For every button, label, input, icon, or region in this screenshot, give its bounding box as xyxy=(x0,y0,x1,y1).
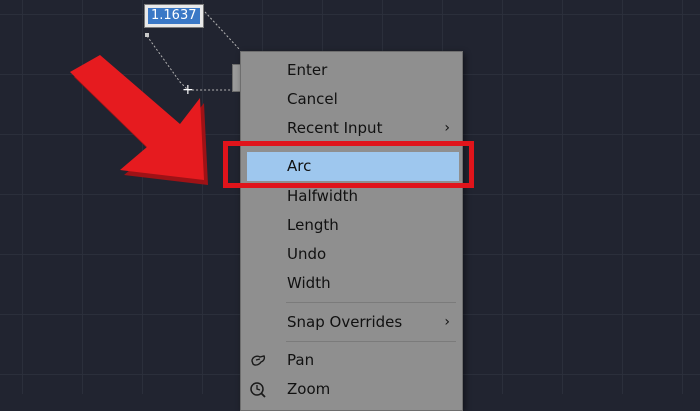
red-pointer-arrow-icon xyxy=(70,55,208,185)
